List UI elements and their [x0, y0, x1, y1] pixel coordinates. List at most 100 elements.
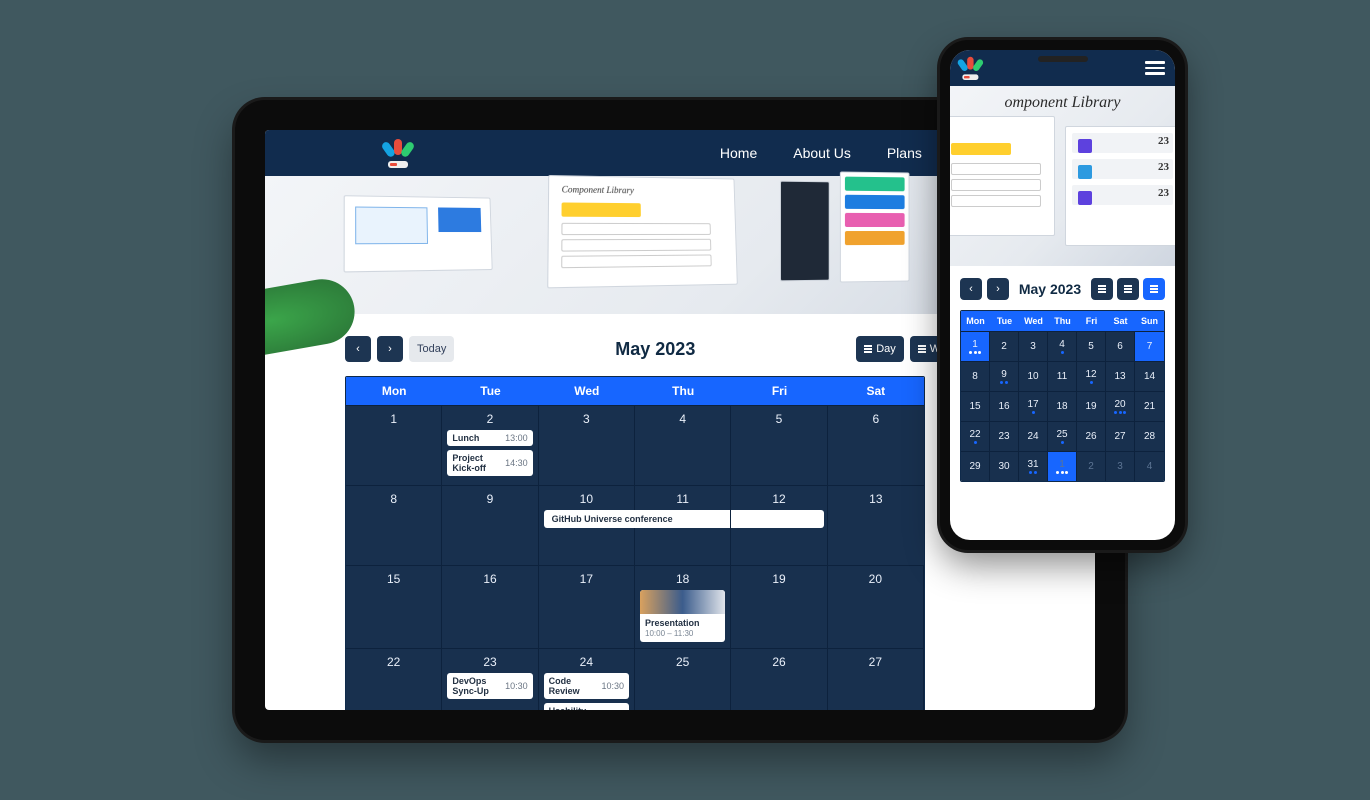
mini-calendar-cell[interactable]: 23: [990, 421, 1019, 451]
mini-calendar-cell[interactable]: 2: [1077, 451, 1106, 481]
event-title: Lunch: [452, 433, 479, 443]
phone-banner: omponent Library: [950, 86, 1175, 266]
mini-calendar-cell[interactable]: 2: [990, 331, 1019, 361]
calendar-cell[interactable]: 18 Presentation10:00 – 11:30: [635, 565, 731, 648]
day-number: 18: [640, 572, 725, 586]
view-button[interactable]: [1143, 278, 1165, 300]
calendar-cell[interactable]: 9: [442, 485, 538, 565]
event-kickoff[interactable]: Project Kick-off14:30: [447, 450, 532, 476]
mini-calendar-row: 1234567: [961, 331, 1164, 361]
calendar-cell[interactable]: 6: [828, 405, 924, 485]
calendar-cell[interactable]: 5: [731, 405, 827, 485]
mini-calendar-cell[interactable]: 15: [961, 391, 990, 421]
mini-calendar-cell[interactable]: 14: [1135, 361, 1164, 391]
event-lunch[interactable]: Lunch13:00: [447, 430, 532, 446]
view-day-button[interactable]: Day: [856, 336, 904, 362]
mini-calendar-cell[interactable]: 22: [961, 421, 990, 451]
event-code-review[interactable]: Code Review10:30: [544, 673, 629, 699]
mini-calendar-cell[interactable]: 16: [990, 391, 1019, 421]
calendar-cell[interactable]: 17: [539, 565, 635, 648]
event-presentation[interactable]: Presentation10:00 – 11:30: [640, 590, 725, 642]
calendar-cell[interactable]: 20: [828, 565, 924, 648]
nav-plans[interactable]: Plans: [887, 145, 922, 161]
calendar-row: 22 23 DevOps Sync-Up10:30 24 Code Review…: [346, 648, 924, 710]
mini-calendar-row: 891011121314: [961, 361, 1164, 391]
day-number: 10: [544, 492, 629, 506]
view-button[interactable]: [1091, 278, 1113, 300]
calendar-cell[interactable]: 16: [442, 565, 538, 648]
mini-calendar-cell[interactable]: 4: [1048, 331, 1077, 361]
mini-calendar-cell[interactable]: 29: [961, 451, 990, 481]
prev-button[interactable]: ‹: [960, 278, 982, 300]
calendar-cell[interactable]: 8: [346, 485, 442, 565]
hamburger-menu-icon[interactable]: [1145, 61, 1165, 75]
mini-calendar-cell[interactable]: 19: [1077, 391, 1106, 421]
prev-button[interactable]: ‹: [345, 336, 371, 362]
calendar-cell[interactable]: 22: [346, 648, 442, 710]
event-usability[interactable]: Usability Testing16:45: [544, 703, 629, 710]
mini-calendar-cell[interactable]: 3: [1019, 331, 1048, 361]
app-logo[interactable]: [960, 58, 981, 79]
phone-frame: omponent Library ‹ › May 2023: [940, 40, 1185, 550]
day-header: Tue: [990, 311, 1019, 331]
mini-calendar-cell[interactable]: 21: [1135, 391, 1164, 421]
mini-calendar-cell[interactable]: 13: [1106, 361, 1135, 391]
day-number: 22: [351, 655, 436, 669]
mini-calendar-cell[interactable]: 25: [1048, 421, 1077, 451]
calendar-cell[interactable]: 26: [731, 648, 827, 710]
mini-calendar-cell[interactable]: 8: [961, 361, 990, 391]
calendar-cell[interactable]: 10 GitHub Universe conference: [539, 485, 635, 565]
next-button[interactable]: ›: [377, 336, 403, 362]
day-number: 20: [833, 572, 918, 586]
calendar-cell[interactable]: 19: [731, 565, 827, 648]
event-devops[interactable]: DevOps Sync-Up10:30: [447, 673, 532, 699]
mini-calendar-cell[interactable]: 31: [1019, 451, 1048, 481]
mini-calendar-cell[interactable]: 3: [1106, 451, 1135, 481]
mini-calendar-cell[interactable]: 9: [990, 361, 1019, 391]
nav-about[interactable]: About Us: [793, 145, 851, 161]
mini-calendar-cell[interactable]: 6: [1106, 331, 1135, 361]
mini-calendar-cell[interactable]: 7: [1135, 331, 1164, 361]
calendar-cell[interactable]: 15: [346, 565, 442, 648]
mini-calendar-cell[interactable]: 12: [1077, 361, 1106, 391]
mini-calendar-cell[interactable]: 24: [1019, 421, 1048, 451]
day-number: 3: [544, 412, 629, 426]
calendar-cell[interactable]: 3: [539, 405, 635, 485]
mini-calendar-cell[interactable]: 27: [1106, 421, 1135, 451]
calendar-cell[interactable]: 1: [346, 405, 442, 485]
calendar-cell[interactable]: 24 Code Review10:30 Usability Testing16:…: [539, 648, 635, 710]
calendar-cell[interactable]: 23 DevOps Sync-Up10:30: [442, 648, 538, 710]
chevron-left-icon: ‹: [356, 343, 360, 355]
next-button[interactable]: ›: [987, 278, 1009, 300]
calendar-cell[interactable]: 2 Lunch13:00 Project Kick-off14:30: [442, 405, 538, 485]
app-logo[interactable]: [385, 140, 411, 166]
mini-calendar-cell[interactable]: 1: [961, 331, 990, 361]
calendar-cell[interactable]: 27: [828, 648, 924, 710]
mini-calendar-cell[interactable]: 28: [1135, 421, 1164, 451]
mini-calendar-cell[interactable]: 18: [1048, 391, 1077, 421]
day-number: 2: [1088, 461, 1094, 472]
calendar-cell[interactable]: 12: [731, 485, 827, 565]
calendar-cell[interactable]: 25: [635, 648, 731, 710]
mini-calendar-cell[interactable]: 10: [1019, 361, 1048, 391]
today-button[interactable]: Today: [409, 336, 454, 362]
mini-calendar-cell[interactable]: 11: [1048, 361, 1077, 391]
mini-calendar-cell[interactable]: 5: [1077, 331, 1106, 361]
day-header: Sun: [1135, 311, 1164, 331]
mini-calendar-cell[interactable]: 4: [1135, 451, 1164, 481]
view-button[interactable]: [1117, 278, 1139, 300]
mini-calendar-cell[interactable]: 26: [1077, 421, 1106, 451]
event-title: Project Kick-off: [452, 453, 505, 473]
mini-calendar-cell[interactable]: 1: [1048, 451, 1077, 481]
mini-calendar-cell[interactable]: 30: [990, 451, 1019, 481]
day-number: 26: [736, 655, 821, 669]
mini-calendar-cell[interactable]: 17: [1019, 391, 1048, 421]
nav-home[interactable]: Home: [720, 145, 757, 161]
calendar-cell[interactable]: 11: [635, 485, 731, 565]
day-number: 4: [1147, 461, 1153, 472]
calendar-cell[interactable]: 4: [635, 405, 731, 485]
calendar-cell[interactable]: 13: [828, 485, 924, 565]
mini-calendar-row: 22232425262728: [961, 421, 1164, 451]
day-header: Thu: [1048, 311, 1077, 331]
mini-calendar-cell[interactable]: 20: [1106, 391, 1135, 421]
